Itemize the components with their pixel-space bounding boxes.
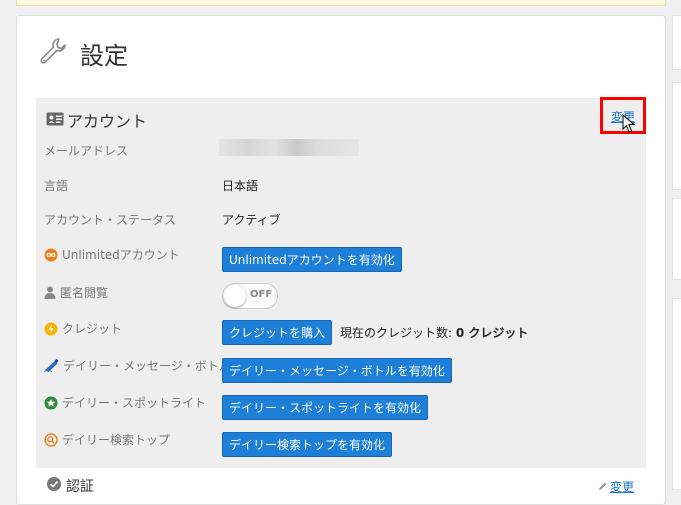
anonymous-row: 匿名閲覧 xyxy=(44,284,108,301)
language-row: 言語 xyxy=(44,177,68,194)
id-card-icon xyxy=(46,111,64,130)
spotlight-row: デイリー・スポットライト xyxy=(44,394,206,411)
side-panel xyxy=(672,15,681,70)
status-value: アクティブ xyxy=(222,213,281,227)
unlimited-row: Unlimitedアカウント xyxy=(44,246,180,263)
unlimited-label: Unlimitedアカウント xyxy=(62,248,180,262)
star-icon xyxy=(44,396,58,410)
search-top-action: デイリー検索トップを有効化 xyxy=(222,432,393,457)
verification-section-header: 認証 xyxy=(46,476,94,496)
language-label: 言語 xyxy=(44,179,69,193)
page-header: 設定 xyxy=(38,36,128,70)
email-value-redacted xyxy=(219,139,359,156)
mouse-cursor-icon xyxy=(622,113,636,138)
side-panel xyxy=(672,198,681,280)
wrench-icon xyxy=(38,36,80,70)
side-panel xyxy=(672,82,681,190)
email-row: メールアドレス xyxy=(44,142,128,159)
credits-row: クレジット xyxy=(44,320,122,337)
infinity-icon xyxy=(44,248,58,262)
status-row: アカウント・ステータス xyxy=(44,211,176,228)
credits-label: クレジット xyxy=(62,322,123,336)
page-title: 設定 xyxy=(80,41,128,70)
spotlight-label: デイリー・スポットライト xyxy=(62,396,207,410)
buy-credits-button[interactable]: クレジットを購入 xyxy=(222,320,333,345)
lightning-icon xyxy=(44,322,58,336)
current-credits-prefix: 現在のクレジット数: xyxy=(340,326,453,340)
bottle-action: デイリー・メッセージ・ボトルを有効化 xyxy=(222,358,452,383)
language-value: 日本語 xyxy=(222,179,259,193)
pencil-icon xyxy=(598,480,608,494)
enable-search-top-button[interactable]: デイリー検索トップを有効化 xyxy=(222,432,393,457)
enable-bottle-button[interactable]: デイリー・メッセージ・ボトルを有効化 xyxy=(222,358,452,383)
verified-badge-icon xyxy=(46,476,62,496)
top-alert-bar xyxy=(16,0,666,6)
bottle-label: デイリー・メッセージ・ボトル xyxy=(63,359,231,373)
anonymous-browsing-toggle[interactable]: OFF xyxy=(222,283,278,309)
side-panel xyxy=(672,298,681,490)
account-section-title: アカウント xyxy=(67,112,148,131)
enable-spotlight-button[interactable]: デイリー・スポットライトを有効化 xyxy=(222,395,429,420)
current-credits-value: 0 クレジット xyxy=(455,326,529,340)
anonymous-label: 匿名閲覧 xyxy=(60,286,109,300)
unlimited-action: Unlimitedアカウントを有効化 xyxy=(222,247,402,272)
bottle-row: デイリー・メッセージ・ボトル xyxy=(44,357,231,374)
enable-unlimited-button[interactable]: Unlimitedアカウントを有効化 xyxy=(222,247,402,272)
status-label: アカウント・ステータス xyxy=(44,213,177,227)
toggle-knob xyxy=(224,285,246,307)
search-top-label: デイリー検索トップ xyxy=(62,433,171,447)
search-top-row: デイリー検索トップ xyxy=(44,431,170,448)
message-bottle-icon xyxy=(44,359,59,372)
user-icon xyxy=(44,286,56,299)
account-section-header: アカウント xyxy=(46,108,147,132)
spotlight-action: デイリー・スポットライトを有効化 xyxy=(222,395,429,420)
verification-section-title: 認証 xyxy=(66,479,94,495)
credits-action: クレジットを購入 現在のクレジット数: 0 クレジット xyxy=(222,320,528,345)
verification-edit-label: 変更 xyxy=(610,480,635,494)
search-top-icon xyxy=(44,432,58,447)
verification-edit-link[interactable]: 変更 xyxy=(598,478,634,495)
email-label: メールアドレス xyxy=(44,144,129,158)
toggle-state-label: OFF xyxy=(250,289,273,300)
current-credits-status: 現在のクレジット数: 0 クレジット xyxy=(340,324,528,341)
